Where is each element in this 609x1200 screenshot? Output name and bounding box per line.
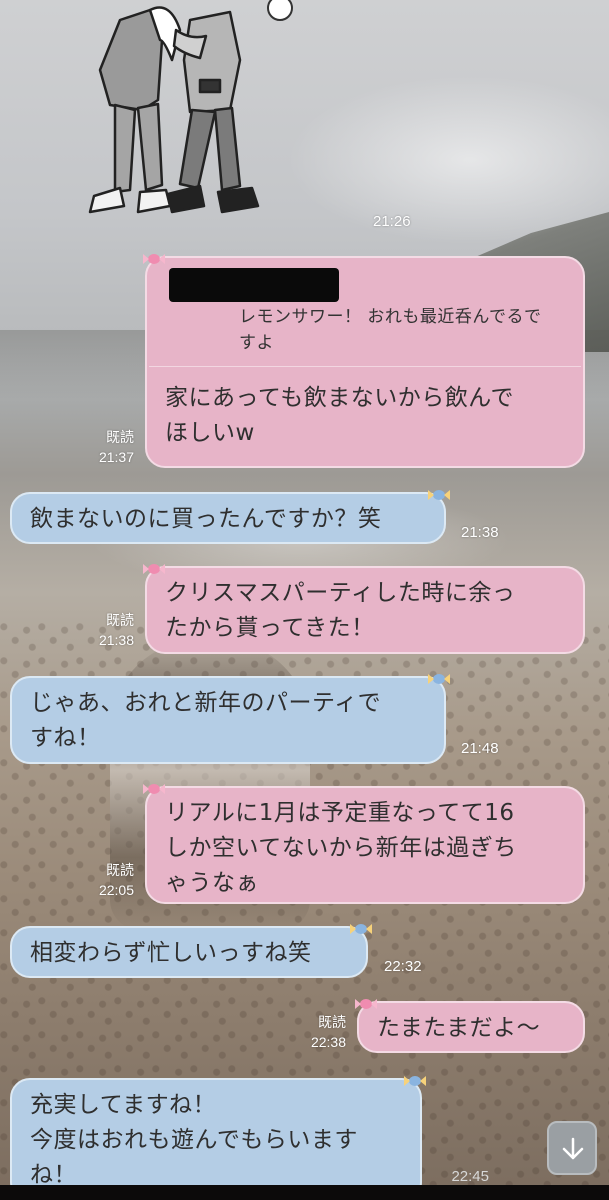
- message-text-line-2: 今度はおれも遊んでもらいます: [30, 1127, 358, 1153]
- reply-header: [165, 256, 565, 304]
- bottom-bar: [0, 1185, 609, 1200]
- message-timestamp: 22:38: [310, 1034, 346, 1050]
- candy-icon: [143, 564, 165, 574]
- message-text-line-1: 充実してますね！: [30, 1092, 217, 1118]
- message-text-line-1: じゃあ、おれと新年のパーティで: [30, 690, 382, 716]
- read-receipt: 既読 22:05: [82, 860, 134, 900]
- read-receipt: 既読 21:38: [88, 610, 134, 650]
- candy-icon: [143, 784, 165, 794]
- message-text-line-3: ね！: [30, 1162, 77, 1185]
- read-receipt: 既読 22:38: [294, 1012, 346, 1052]
- outgoing-reply-bubble[interactable]: レモンサワー！ おれも最近呑んでるで すよ 家にあっても飲まないから飲んで ほし…: [143, 254, 585, 468]
- scroll-to-bottom-button[interactable]: [547, 1121, 597, 1175]
- read-receipt: 既読 21:37: [88, 427, 134, 467]
- candy-icon: [428, 674, 450, 684]
- message-timestamp: 21:38: [461, 524, 499, 541]
- message-text: 相変わらず忙しいっすね笑: [30, 940, 312, 966]
- outgoing-message-bubble[interactable]: リアルに1月は予定重なってて16 しか空いてないから新年は過ぎち ゃうなぁ: [143, 784, 585, 904]
- reply-quote: レモンサワー！ おれも最近呑んでるで すよ: [239, 307, 542, 353]
- read-label: 既読: [106, 862, 134, 878]
- outgoing-message-bubble[interactable]: クリスマスパーティした時に余っ たから貰ってきた！: [143, 564, 585, 654]
- message-timestamp: 22:45: [451, 1168, 489, 1185]
- read-label: 既読: [106, 612, 134, 628]
- candy-icon: [428, 490, 450, 500]
- message-text-line-2: しか空いてないから新年は過ぎち: [165, 835, 517, 861]
- incoming-message-bubble[interactable]: 飲まないのに買ったんですか？笑: [10, 490, 450, 544]
- message-timestamp: 22:32: [384, 958, 422, 975]
- message-text-line-3: ゃうなぁ: [165, 870, 259, 896]
- message-text-line-2: たから貰ってきた！: [165, 615, 375, 641]
- chat-background: 21:26 既読 21:37 レモンサワー！ おれも最近呑んでるで すよ 家にあ…: [0, 0, 609, 1185]
- outgoing-message-bubble[interactable]: たまたまだよ〜: [355, 999, 585, 1053]
- message-timestamp: 21:48: [461, 740, 499, 757]
- incoming-message-bubble[interactable]: 充実してますね！ 今度はおれも遊んでもらいます ね！: [10, 1076, 426, 1185]
- arrow-down-icon: [562, 1137, 584, 1160]
- message-text: たまたまだよ〜: [377, 1015, 541, 1041]
- message-timestamp: 22:05: [98, 882, 134, 898]
- sticker-illustration[interactable]: [80, 0, 300, 220]
- message-text-line-1: クリスマスパーティした時に余っ: [165, 580, 516, 606]
- incoming-message-bubble[interactable]: 相変わらず忙しいっすね笑: [10, 924, 372, 978]
- incoming-message-bubble[interactable]: じゃあ、おれと新年のパーティで すね！: [10, 674, 450, 764]
- read-label: 既読: [318, 1014, 346, 1030]
- candy-icon: [404, 1076, 426, 1086]
- read-label: 既読: [106, 429, 134, 445]
- message-timestamp: 21:37: [98, 449, 134, 465]
- message-text-line-2: すね！: [30, 725, 101, 751]
- candy-icon: [355, 999, 377, 1009]
- redacted-name: [169, 268, 339, 302]
- message-text: 家にあっても飲まないから飲んで ほしいw: [165, 385, 515, 446]
- message-text-line-1: リアルに1月は予定重なってて16: [165, 800, 515, 826]
- message-timestamp: 21:38: [98, 632, 134, 648]
- message-text: 飲まないのに買ったんですか？笑: [30, 506, 382, 532]
- candy-icon: [143, 254, 165, 264]
- sticker-timestamp: 21:26: [373, 213, 411, 230]
- candy-icon: [350, 924, 372, 934]
